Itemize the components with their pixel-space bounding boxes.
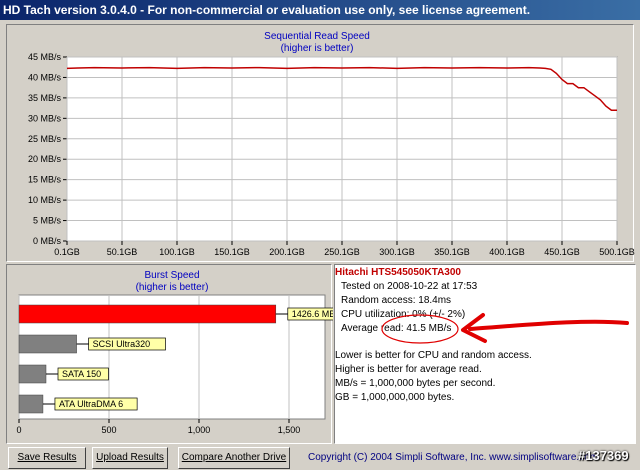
- annotation-overlay: [381, 313, 629, 344]
- y-tick-label: 10 MB/s: [28, 195, 62, 205]
- burst-bar: [18, 394, 44, 414]
- watermark-text: #137369: [578, 448, 629, 463]
- x-tick-label: 400.1GB: [489, 247, 525, 257]
- burst-speed-chart: 0 500 1,000 1,500 1426.6 MB/s SCSI Ultra320 SA…: [16, 294, 333, 435]
- burst-bar: [18, 304, 277, 324]
- x-tick-label: 500.1GB: [599, 247, 635, 257]
- x-tick-label: 200.1GB: [269, 247, 305, 257]
- burst-bar: [18, 364, 47, 384]
- y-tick-label: 0 MB/s: [33, 236, 62, 246]
- burst-x-tick-label: 0: [16, 425, 21, 435]
- burst-bar-label: SATA 150: [62, 369, 101, 379]
- x-tick-label: 100.1GB: [159, 247, 195, 257]
- sequential-read-chart: 45 MB/s 40 MB/s 35 MB/s 30 MB/s 25 MB/s 20 MB…: [28, 52, 635, 257]
- x-tick-label: 450.1GB: [544, 247, 580, 257]
- x-tick-label: 150.1GB: [214, 247, 250, 257]
- burst-bar: [18, 334, 77, 354]
- info-panel: Hitachi HTS545050KTA300 Tested on 2008-1…: [334, 264, 636, 444]
- y-tick-label: 30 MB/s: [28, 113, 62, 123]
- y-tick-label: 15 MB/s: [28, 175, 62, 185]
- burst-x-tick-label: 1,000: [188, 425, 211, 435]
- save-results-button[interactable]: Save Results: [8, 447, 86, 469]
- x-tick-label: 350.1GB: [434, 247, 470, 257]
- sequential-panel: Sequential Read Speed (higher is better)…: [6, 24, 635, 262]
- compare-another-drive-button[interactable]: Compare Another Drive: [178, 447, 290, 469]
- window-title-bar: HD Tach version 3.0.4.0 - For non-commer…: [0, 0, 640, 20]
- red-arrow-annotation: [461, 313, 629, 343]
- copyright-text: Copyright (C) 2004 Simpli Software, Inc.…: [308, 452, 599, 463]
- y-tick-label: 5 MB/s: [33, 216, 62, 226]
- x-tick-label: 250.1GB: [324, 247, 360, 257]
- y-tick-label: 20 MB/s: [28, 154, 62, 164]
- y-tick-label: 25 MB/s: [28, 134, 62, 144]
- y-tick-label: 45 MB/s: [28, 52, 62, 62]
- burst-bar-label: 1426.6 MB/s: [292, 309, 333, 319]
- y-tick-label: 40 MB/s: [28, 72, 62, 82]
- x-tick-label: 0.1GB: [54, 247, 80, 257]
- burst-panel: Burst Speed (higher is better) 0 500 1,000…: [6, 264, 333, 444]
- burst-bar-label: SCSI Ultra320: [93, 339, 151, 349]
- average-read-circle: [381, 314, 459, 344]
- x-tick-label: 50.1GB: [107, 247, 138, 257]
- y-tick-label: 35 MB/s: [28, 93, 62, 103]
- x-tick-label: 300.1GB: [379, 247, 415, 257]
- burst-x-tick-label: 1,500: [278, 425, 301, 435]
- upload-results-button[interactable]: Upload Results: [92, 447, 168, 469]
- burst-bar-label: ATA UltraDMA 6: [59, 399, 123, 409]
- burst-x-tick-label: 500: [101, 425, 116, 435]
